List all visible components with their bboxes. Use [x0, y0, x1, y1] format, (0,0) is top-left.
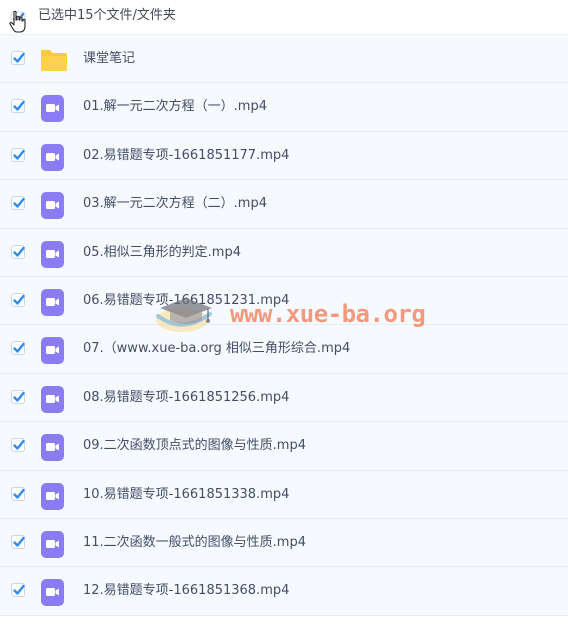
- row-checkbox[interactable]: [11, 147, 25, 162]
- checkmark-icon: [13, 585, 25, 595]
- checkmark-icon: [13, 536, 25, 547]
- video-file-icon: [41, 192, 64, 220]
- file-row[interactable]: 07.（www.xue-ba.org 相似三角形综合.mp4: [0, 325, 568, 374]
- row-checkbox[interactable]: [11, 583, 25, 598]
- video-file-icon: [41, 337, 64, 365]
- file-row[interactable]: 09.二次函数顶点式的图像与性质.mp4: [0, 422, 568, 471]
- checkmark-icon: [13, 343, 25, 354]
- video-icon-wrap: [40, 94, 68, 123]
- selection-count-label: 已选中15个文件/文件夹: [38, 8, 176, 23]
- file-row[interactable]: 05.相似三角形的判定.mp4: [0, 228, 568, 277]
- row-checkbox[interactable]: [11, 486, 25, 501]
- checkmark-icon: [13, 246, 25, 257]
- file-name[interactable]: 03.解一元二次方程（二）.mp4: [83, 195, 267, 213]
- checkmark-icon: [13, 488, 25, 499]
- folder-icon-wrap: [40, 46, 68, 74]
- file-name[interactable]: 02.易错题专项-1661851177.mp4: [83, 147, 289, 165]
- file-name[interactable]: 08.易错题专项-1661851256.mp4: [83, 389, 289, 407]
- file-list-page: 已选中15个文件/文件夹 课堂笔记 01.解一元二次方程（一）.mp4 02.易错题…: [0, 0, 568, 632]
- checkmark-icon: [13, 439, 25, 450]
- video-file-icon: [41, 385, 64, 413]
- row-checkbox[interactable]: [11, 292, 25, 307]
- file-name[interactable]: 05.相似三角形的判定.mp4: [83, 244, 241, 262]
- video-icon-wrap: [40, 240, 68, 268]
- row-checkbox[interactable]: [11, 99, 25, 114]
- file-name[interactable]: 11.二次函数一般式的图像与性质.mp4: [83, 534, 306, 552]
- video-icon-wrap: [40, 288, 68, 316]
- video-icon-wrap: [40, 336, 68, 365]
- video-file-icon: [41, 288, 64, 316]
- video-file-icon: [41, 579, 64, 607]
- file-row[interactable]: 11.二次函数一般式的图像与性质.mp4: [0, 518, 568, 568]
- video-file-icon: [41, 240, 64, 268]
- checkmark-icon: [13, 149, 25, 160]
- file-name[interactable]: 01.解一元二次方程（一）.mp4: [83, 98, 267, 116]
- video-file-icon: [41, 95, 64, 123]
- hand-cursor-icon: [9, 10, 26, 33]
- file-row[interactable]: 01.解一元二次方程（一）.mp4: [0, 83, 568, 132]
- folder-icon: [41, 50, 67, 71]
- video-file-icon: [41, 143, 64, 171]
- checkmark-icon: [13, 294, 25, 305]
- checkmark-icon: [13, 101, 25, 112]
- file-row[interactable]: 12.易错题专项-1661851368.mp4: [0, 567, 568, 616]
- checkmark-icon: [13, 391, 25, 402]
- row-checkbox[interactable]: [11, 244, 25, 259]
- selection-header: 已选中15个文件/文件夹: [0, 0, 568, 35]
- row-checkbox[interactable]: [11, 196, 25, 211]
- row-checkbox[interactable]: [11, 438, 25, 453]
- video-icon-wrap: [40, 482, 68, 510]
- file-row[interactable]: 10.易错题专项-1661851338.mp4: [0, 470, 568, 519]
- video-icon-wrap: [40, 385, 68, 413]
- folder-row[interactable]: 课堂笔记: [0, 35, 568, 84]
- row-checkbox[interactable]: [11, 51, 25, 65]
- row-checkbox[interactable]: [11, 389, 25, 404]
- video-icon-wrap: [40, 578, 68, 607]
- video-icon-wrap: [40, 143, 68, 171]
- video-file-icon: [41, 434, 64, 462]
- file-name[interactable]: 12.易错题专项-1661851368.mp4: [83, 582, 289, 600]
- file-row[interactable]: 03.解一元二次方程（二）.mp4: [0, 180, 568, 229]
- file-list: 课堂笔记 01.解一元二次方程（一）.mp4 02.易错题专项-1661851177…: [0, 35, 568, 616]
- row-checkbox[interactable]: [11, 341, 25, 356]
- video-icon-wrap: [40, 433, 68, 462]
- file-name[interactable]: 10.易错题专项-1661851338.mp4: [83, 486, 289, 504]
- video-file-icon: [41, 530, 64, 558]
- row-checkbox[interactable]: [11, 534, 25, 549]
- file-row[interactable]: 02.易错题专项-1661851177.mp4: [0, 131, 568, 181]
- video-file-icon: [41, 482, 64, 510]
- file-name[interactable]: 课堂笔记: [83, 50, 135, 68]
- file-row[interactable]: 08.易错题专项-1661851256.mp4: [0, 373, 568, 423]
- file-name[interactable]: 09.二次函数顶点式的图像与性质.mp4: [83, 437, 306, 455]
- file-row[interactable]: 06.易错题专项-1661851231.mp4: [0, 276, 568, 326]
- checkmark-icon: [13, 197, 25, 208]
- file-name[interactable]: 07.（www.xue-ba.org 相似三角形综合.mp4: [83, 340, 350, 358]
- file-name[interactable]: 06.易错题专项-1661851231.mp4: [83, 292, 289, 310]
- video-icon-wrap: [40, 530, 68, 558]
- checkmark-icon: [13, 52, 25, 63]
- video-icon-wrap: [40, 191, 68, 220]
